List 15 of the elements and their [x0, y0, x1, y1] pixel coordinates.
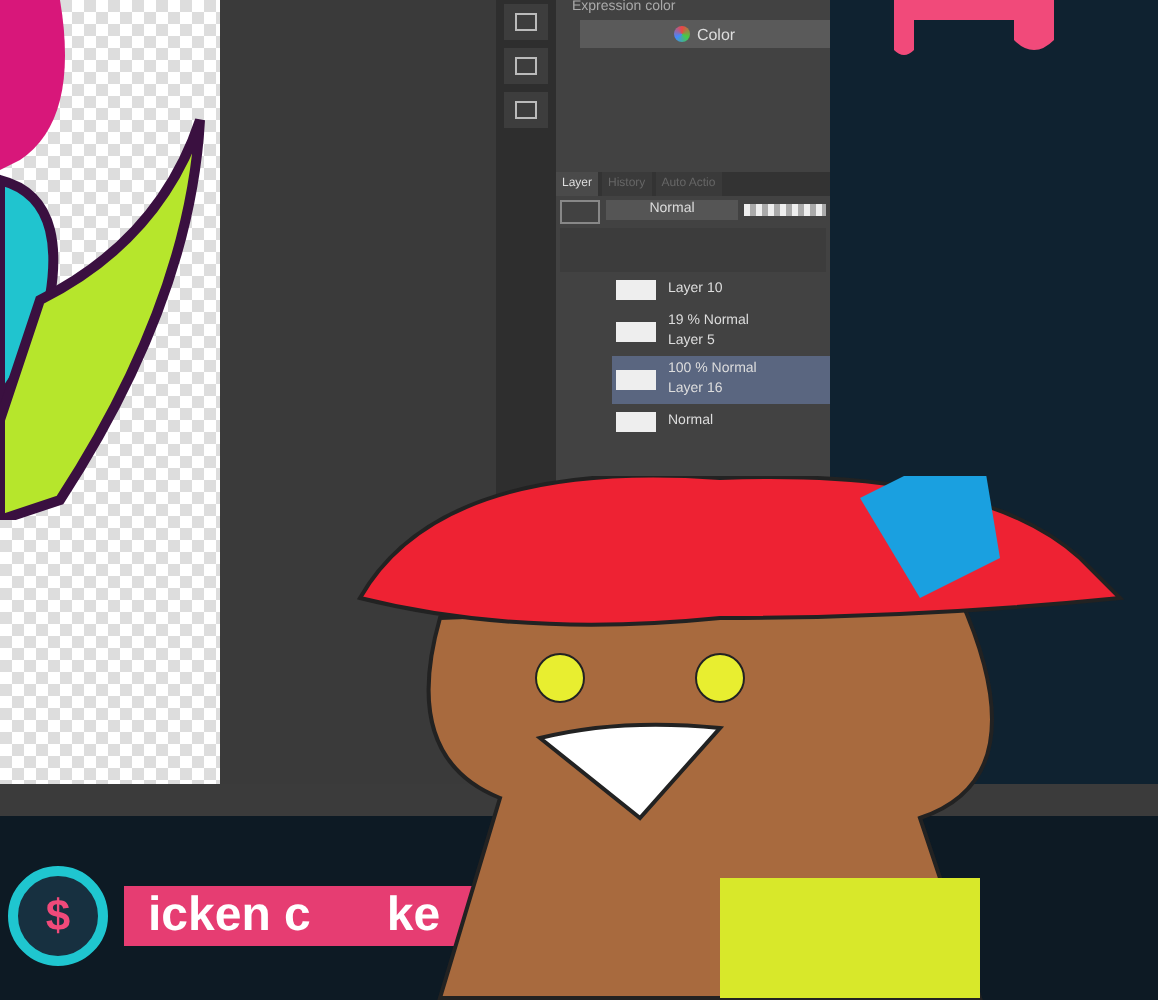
layer-thumbnail [616, 322, 656, 342]
cartoon-eye [535, 653, 585, 703]
banner-text: icken c [148, 888, 311, 944]
folder-icon[interactable] [504, 4, 548, 40]
folder-icon[interactable] [504, 48, 548, 84]
coin-icon: $ [8, 866, 108, 966]
color-button[interactable]: Color [580, 20, 830, 48]
layer-thumbnail [616, 370, 656, 390]
checker-strip [744, 204, 826, 216]
cartoon-eye [695, 653, 745, 703]
banner-text: ke [386, 888, 441, 944]
layer-color-swatch[interactable] [560, 200, 600, 224]
layer-thumbnail [616, 412, 656, 432]
folder-icon[interactable] [504, 92, 548, 128]
layer-thumbnail [616, 280, 656, 300]
